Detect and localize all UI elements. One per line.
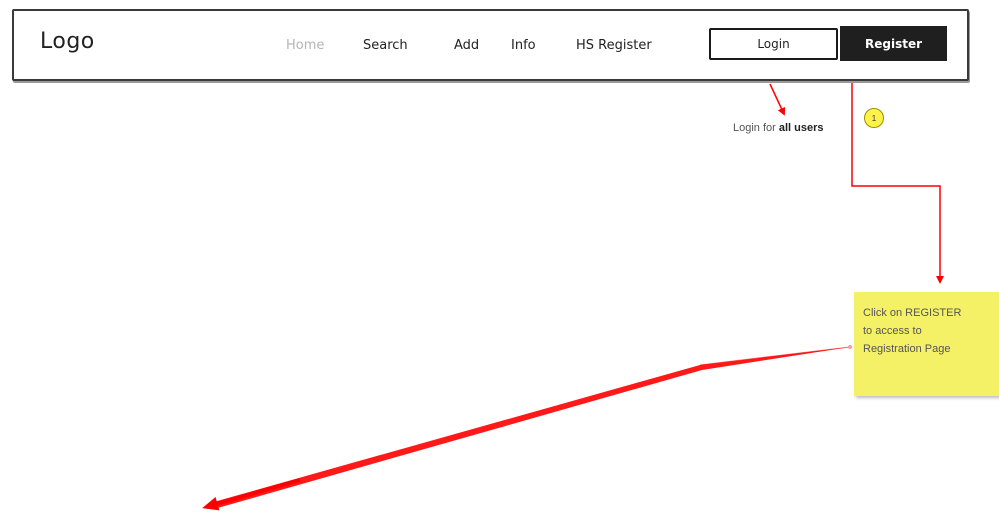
sticky-line-3: Registration Page [863,343,951,355]
nav-info[interactable]: Info [511,38,536,53]
login-note-prefix: Login for [733,122,779,134]
nav-home[interactable]: Home [286,38,324,53]
sticky-line-1: Click on REGISTER [863,307,962,319]
nav-search[interactable]: Search [363,38,408,53]
sticky-long-arrow-tip [202,478,301,511]
nav-hs-register[interactable]: HS Register [576,38,652,53]
sticky-anchor-dot [848,345,852,349]
nav-add[interactable]: Add [454,38,479,53]
step-badge: 1 [864,108,884,128]
register-arrow [851,77,944,284]
sticky-line-2: to access to [863,325,922,337]
login-arrow [769,83,786,116]
login-note-bold: all users [778,122,824,134]
logo[interactable]: Logo [40,29,95,54]
login-note: Login for all users [733,122,824,134]
navbar: Logo Home Search Add Info HS Register Lo… [12,9,969,81]
sticky-long-arrow-body [210,347,850,509]
sticky-note: Click on REGISTER to access to Registrat… [854,292,999,396]
register-button[interactable]: Register [840,26,947,61]
login-button[interactable]: Login [709,28,838,60]
